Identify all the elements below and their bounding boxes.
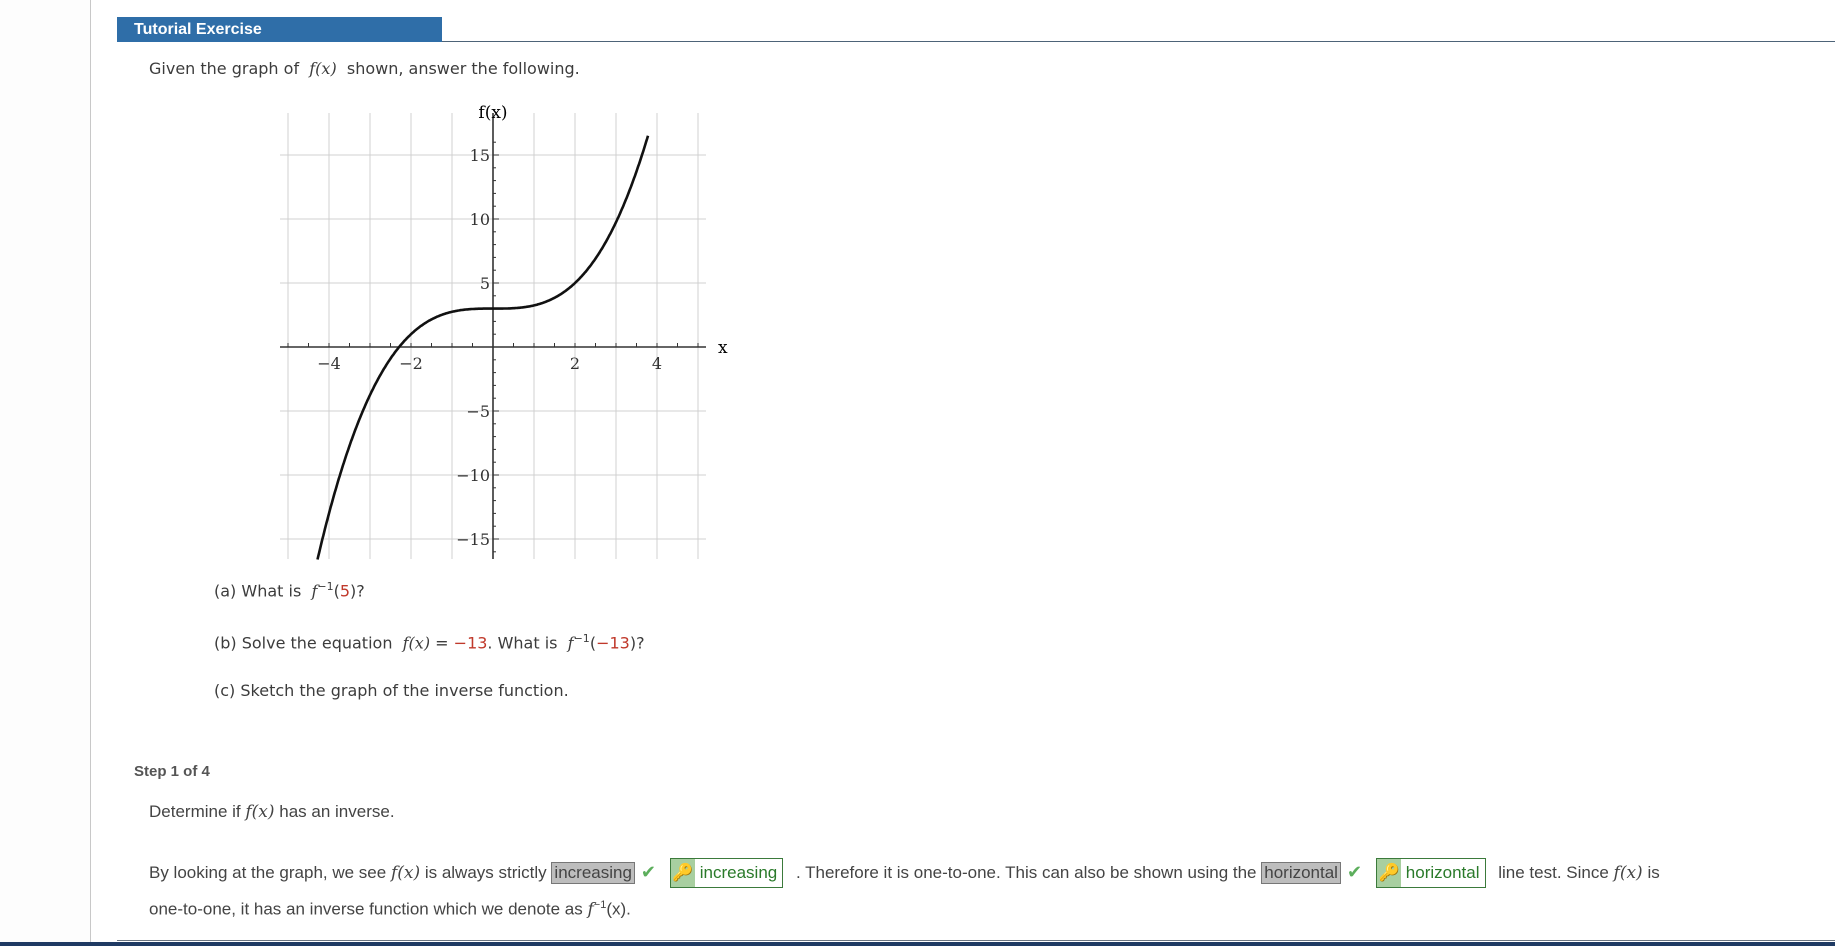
step-explanation-line2: one-to-one, it has an inverse function w… xyxy=(149,899,631,920)
question-c: (c) Sketch the graph of the inverse func… xyxy=(214,681,569,700)
left-gutter xyxy=(0,0,91,946)
function-graph: −4 −2 2 4 15 10 5 −5 −10 −15 f(x) x xyxy=(280,103,728,560)
checkmark-icon: ✔ xyxy=(1346,862,1363,882)
question-a: (a) What is f−1(5)? xyxy=(214,580,365,601)
step-explanation-line1: By looking at the graph, we see f(x) is … xyxy=(149,858,1660,888)
answer-input-increasing[interactable]: increasing xyxy=(551,862,635,884)
y-tick-label: −5 xyxy=(466,402,490,421)
checkmark-icon: ✔ xyxy=(640,862,657,882)
x-tick-label: 4 xyxy=(652,354,662,373)
y-axis-label: f(x) xyxy=(478,103,507,123)
key-icon: 🔑 xyxy=(1377,859,1402,887)
y-tick-label: 10 xyxy=(470,210,490,229)
x-axis-label: x xyxy=(718,338,728,358)
bottom-bar xyxy=(0,942,1835,946)
step-label: Step 1 of 4 xyxy=(134,763,210,780)
y-tick-label: 5 xyxy=(480,274,490,293)
x-tick-label: −2 xyxy=(399,354,423,373)
answer-key-horizontal[interactable]: 🔑 horizontal xyxy=(1376,858,1486,888)
bottom-rule xyxy=(117,940,1835,941)
x-tick-label: 2 xyxy=(570,354,580,373)
answer-input-horizontal[interactable]: horizontal xyxy=(1261,862,1341,884)
key-icon: 🔑 xyxy=(671,859,696,887)
y-tick-label: 15 xyxy=(470,146,490,165)
step-prompt: Determine if f(x) has an inverse. xyxy=(149,802,395,822)
x-tick-label: −4 xyxy=(317,354,341,373)
answer-key-increasing[interactable]: 🔑 increasing xyxy=(670,858,784,888)
y-tick-label: −10 xyxy=(456,466,490,485)
axes xyxy=(280,113,706,559)
question-b: (b) Solve the equation f(x) = −13. What … xyxy=(214,632,645,653)
intro-text: Given the graph of f(x) shown, answer th… xyxy=(149,59,580,78)
tutorial-header: Tutorial Exercise xyxy=(117,17,442,42)
y-tick-label: −15 xyxy=(456,530,490,549)
